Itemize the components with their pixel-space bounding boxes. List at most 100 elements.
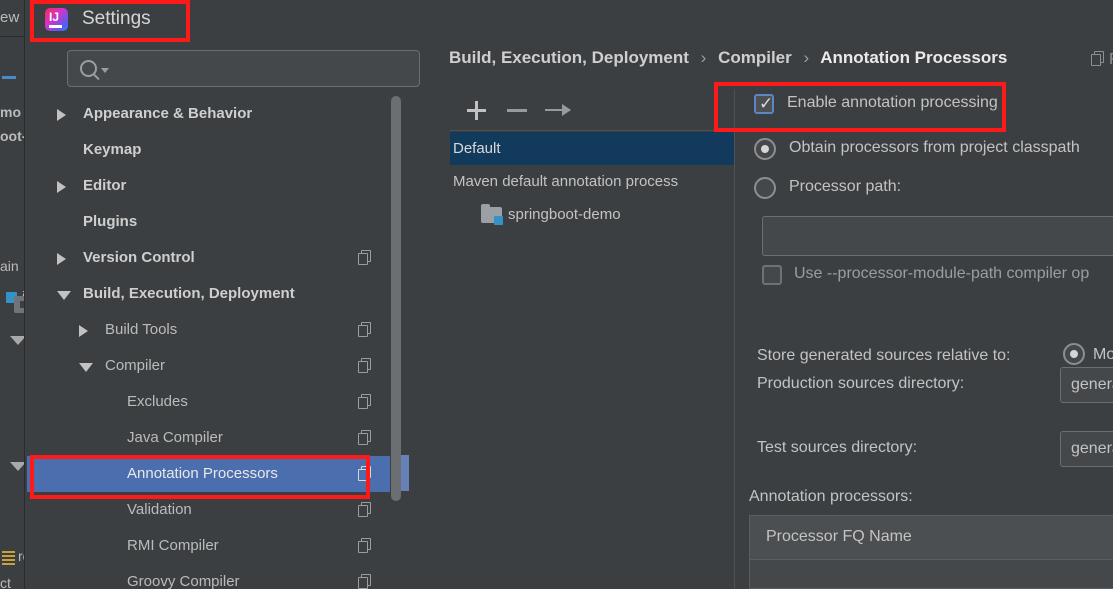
profiles-toolbar bbox=[450, 89, 734, 131]
copy-settings-icon[interactable] bbox=[358, 538, 372, 553]
move-to-profile-button[interactable] bbox=[545, 104, 571, 116]
chevron-down-icon[interactable] bbox=[79, 363, 93, 372]
column-header-processor-fq-name[interactable]: Processor FQ Name bbox=[766, 528, 912, 546]
sidebar-item-label: Keymap bbox=[83, 141, 142, 158]
chevron-right-icon[interactable] bbox=[57, 109, 66, 121]
sidebar-item-label: Excludes bbox=[127, 393, 188, 410]
profile-item-default[interactable]: Default bbox=[450, 132, 734, 165]
sidebar-item-rmi-compiler[interactable]: RMI Compiler bbox=[27, 528, 390, 564]
production-sources-directory-label: Production sources directory: bbox=[757, 375, 965, 392]
production-sources-directory-input[interactable]: generat bbox=[1060, 367, 1113, 403]
remove-profile-button[interactable] bbox=[507, 109, 527, 112]
enable-annotation-processing-checkbox[interactable]: ✓ bbox=[754, 94, 774, 114]
annotation-processors-table: Processor FQ Name bbox=[749, 515, 1113, 589]
store-generated-sources-label: Store generated sources relative to: bbox=[757, 347, 1011, 364]
sidebar-item-appearance-behavior[interactable]: Appearance & Behavior bbox=[27, 96, 390, 132]
sidebar-item-compiler[interactable]: Compiler bbox=[27, 348, 390, 384]
sidebar-item-label: Java Compiler bbox=[127, 429, 223, 446]
store-relative-module-radio[interactable] bbox=[1063, 343, 1085, 365]
obtain-from-classpath-radio[interactable] bbox=[754, 138, 776, 160]
sidebar-item-excludes[interactable]: Excludes bbox=[27, 384, 390, 420]
sidebar-item-build-tools[interactable]: Build Tools bbox=[27, 312, 390, 348]
breadcrumb-separator-icon: › bbox=[700, 48, 707, 67]
processor-path-input[interactable] bbox=[762, 216, 1113, 256]
search-icon bbox=[80, 60, 97, 77]
copy-settings-icon[interactable] bbox=[358, 358, 372, 373]
add-profile-button[interactable] bbox=[465, 99, 487, 121]
enable-annotation-processing-label[interactable]: Enable annotation processing bbox=[787, 94, 998, 112]
copy-settings-icon[interactable] bbox=[358, 502, 372, 517]
breadcrumb-part-1[interactable]: Build, Execution, Deployment bbox=[449, 48, 689, 67]
chevron-right-icon[interactable] bbox=[57, 181, 66, 193]
sidebar-item-java-compiler[interactable]: Java Compiler bbox=[27, 420, 390, 456]
chevron-down-icon[interactable] bbox=[57, 291, 71, 300]
sidebar-item-label: Editor bbox=[83, 177, 127, 194]
sidebar-item-label: Groovy Compiler bbox=[127, 573, 240, 589]
processor-module-path-label[interactable]: Use --processor-module-path compiler op bbox=[794, 265, 1089, 283]
background-menu-item-view[interactable]: ew bbox=[0, 9, 20, 26]
profiles-list: Default Maven default annotation process… bbox=[450, 132, 734, 589]
chevron-right-icon[interactable] bbox=[79, 325, 88, 337]
processor-path-radio[interactable] bbox=[754, 177, 776, 199]
for-current-project-link[interactable]: For bbox=[1091, 51, 1113, 69]
vertical-splitter[interactable] bbox=[734, 89, 735, 589]
sidebar-item-label: Annotation Processors bbox=[127, 465, 278, 482]
copy-settings-icon[interactable] bbox=[358, 250, 372, 265]
chevron-down-icon[interactable] bbox=[101, 68, 109, 73]
copy-settings-icon[interactable] bbox=[358, 394, 372, 409]
sidebar-item-version-control[interactable]: Version Control bbox=[27, 240, 390, 276]
sidebar-item-label: Compiler bbox=[105, 357, 166, 374]
breadcrumb: Build, Execution, Deployment › Compiler … bbox=[449, 48, 1007, 68]
copy-settings-icon[interactable] bbox=[358, 430, 372, 445]
for-link-label: For bbox=[1109, 51, 1113, 68]
background-tree-row-main[interactable]: ain bbox=[0, 258, 19, 274]
module-label: springboot-demo bbox=[508, 206, 621, 223]
sidebar-item-plugins[interactable]: Plugins bbox=[27, 204, 390, 240]
sidebar-item-label: Build Tools bbox=[105, 321, 178, 338]
background-tree-row-test[interactable]: ct bbox=[0, 575, 11, 589]
module-folder-icon bbox=[481, 204, 503, 225]
sidebar-item-groovy-compiler[interactable]: Groovy Compiler bbox=[27, 564, 390, 589]
tree-scrollbar[interactable] bbox=[391, 96, 401, 589]
obtain-from-classpath-label[interactable]: Obtain processors from project classpath bbox=[789, 139, 1080, 157]
copy-settings-icon[interactable] bbox=[358, 574, 372, 589]
chevron-right-icon[interactable] bbox=[57, 253, 66, 265]
sidebar-item-label: Build, Execution, Deployment bbox=[83, 285, 295, 302]
copy-to-project-icon bbox=[1091, 51, 1105, 66]
processor-path-label[interactable]: Processor path: bbox=[789, 178, 901, 196]
breadcrumb-part-3: Annotation Processors bbox=[820, 48, 1008, 67]
breadcrumb-separator-icon-2: › bbox=[803, 48, 810, 67]
background-project-label[interactable]: mo bbox=[0, 104, 21, 120]
check-icon: ✓ bbox=[759, 94, 774, 113]
tree-scrollbar-thumb[interactable] bbox=[391, 96, 401, 501]
sidebar-item-annotation-processors[interactable]: Annotation Processors bbox=[27, 456, 390, 492]
test-sources-directory-value: generat bbox=[1071, 440, 1113, 457]
sidebar-item-label: Plugins bbox=[83, 213, 138, 230]
copy-settings-icon[interactable] bbox=[358, 466, 372, 481]
background-collapse-icon[interactable] bbox=[2, 76, 16, 79]
dialog-title: Settings bbox=[82, 8, 151, 29]
settings-dialog-screen: ew oot-d mo ain jav re ct IJ Settings bbox=[0, 0, 1113, 589]
sidebar-item-label: Appearance & Behavior bbox=[83, 105, 253, 122]
resources-folder-icon bbox=[2, 551, 15, 565]
sidebar-item-build-execution-deployment[interactable]: Build, Execution, Deployment bbox=[27, 276, 390, 312]
profile-label: Maven default annotation process bbox=[453, 173, 679, 190]
breadcrumb-part-2[interactable]: Compiler bbox=[718, 48, 792, 67]
sidebar-item-keymap[interactable]: Keymap bbox=[27, 132, 390, 168]
intellij-idea-icon: IJ bbox=[45, 8, 68, 31]
sidebar-item-label: Validation bbox=[127, 501, 192, 518]
settings-search-box[interactable] bbox=[67, 50, 420, 87]
processor-module-path-checkbox[interactable] bbox=[762, 265, 782, 285]
copy-settings-icon[interactable] bbox=[358, 322, 372, 337]
production-sources-directory-value: generat bbox=[1071, 376, 1113, 393]
profile-item-maven-default[interactable]: Maven default annotation process bbox=[450, 165, 734, 198]
test-sources-directory-input[interactable]: generat bbox=[1060, 431, 1113, 467]
profile-module-springboot-demo[interactable]: springboot-demo bbox=[450, 198, 734, 232]
sidebar-item-editor[interactable]: Editor bbox=[27, 168, 390, 204]
settings-category-tree: Appearance & Behavior Keymap Editor Plugins… bbox=[27, 96, 390, 589]
sidebar-item-validation[interactable]: Validation bbox=[27, 492, 390, 528]
sidebar-item-label: Version Control bbox=[83, 249, 195, 266]
profile-label: Default bbox=[453, 140, 501, 157]
search-input[interactable] bbox=[112, 51, 412, 86]
store-relative-module-label[interactable]: Modu bbox=[1093, 346, 1113, 364]
